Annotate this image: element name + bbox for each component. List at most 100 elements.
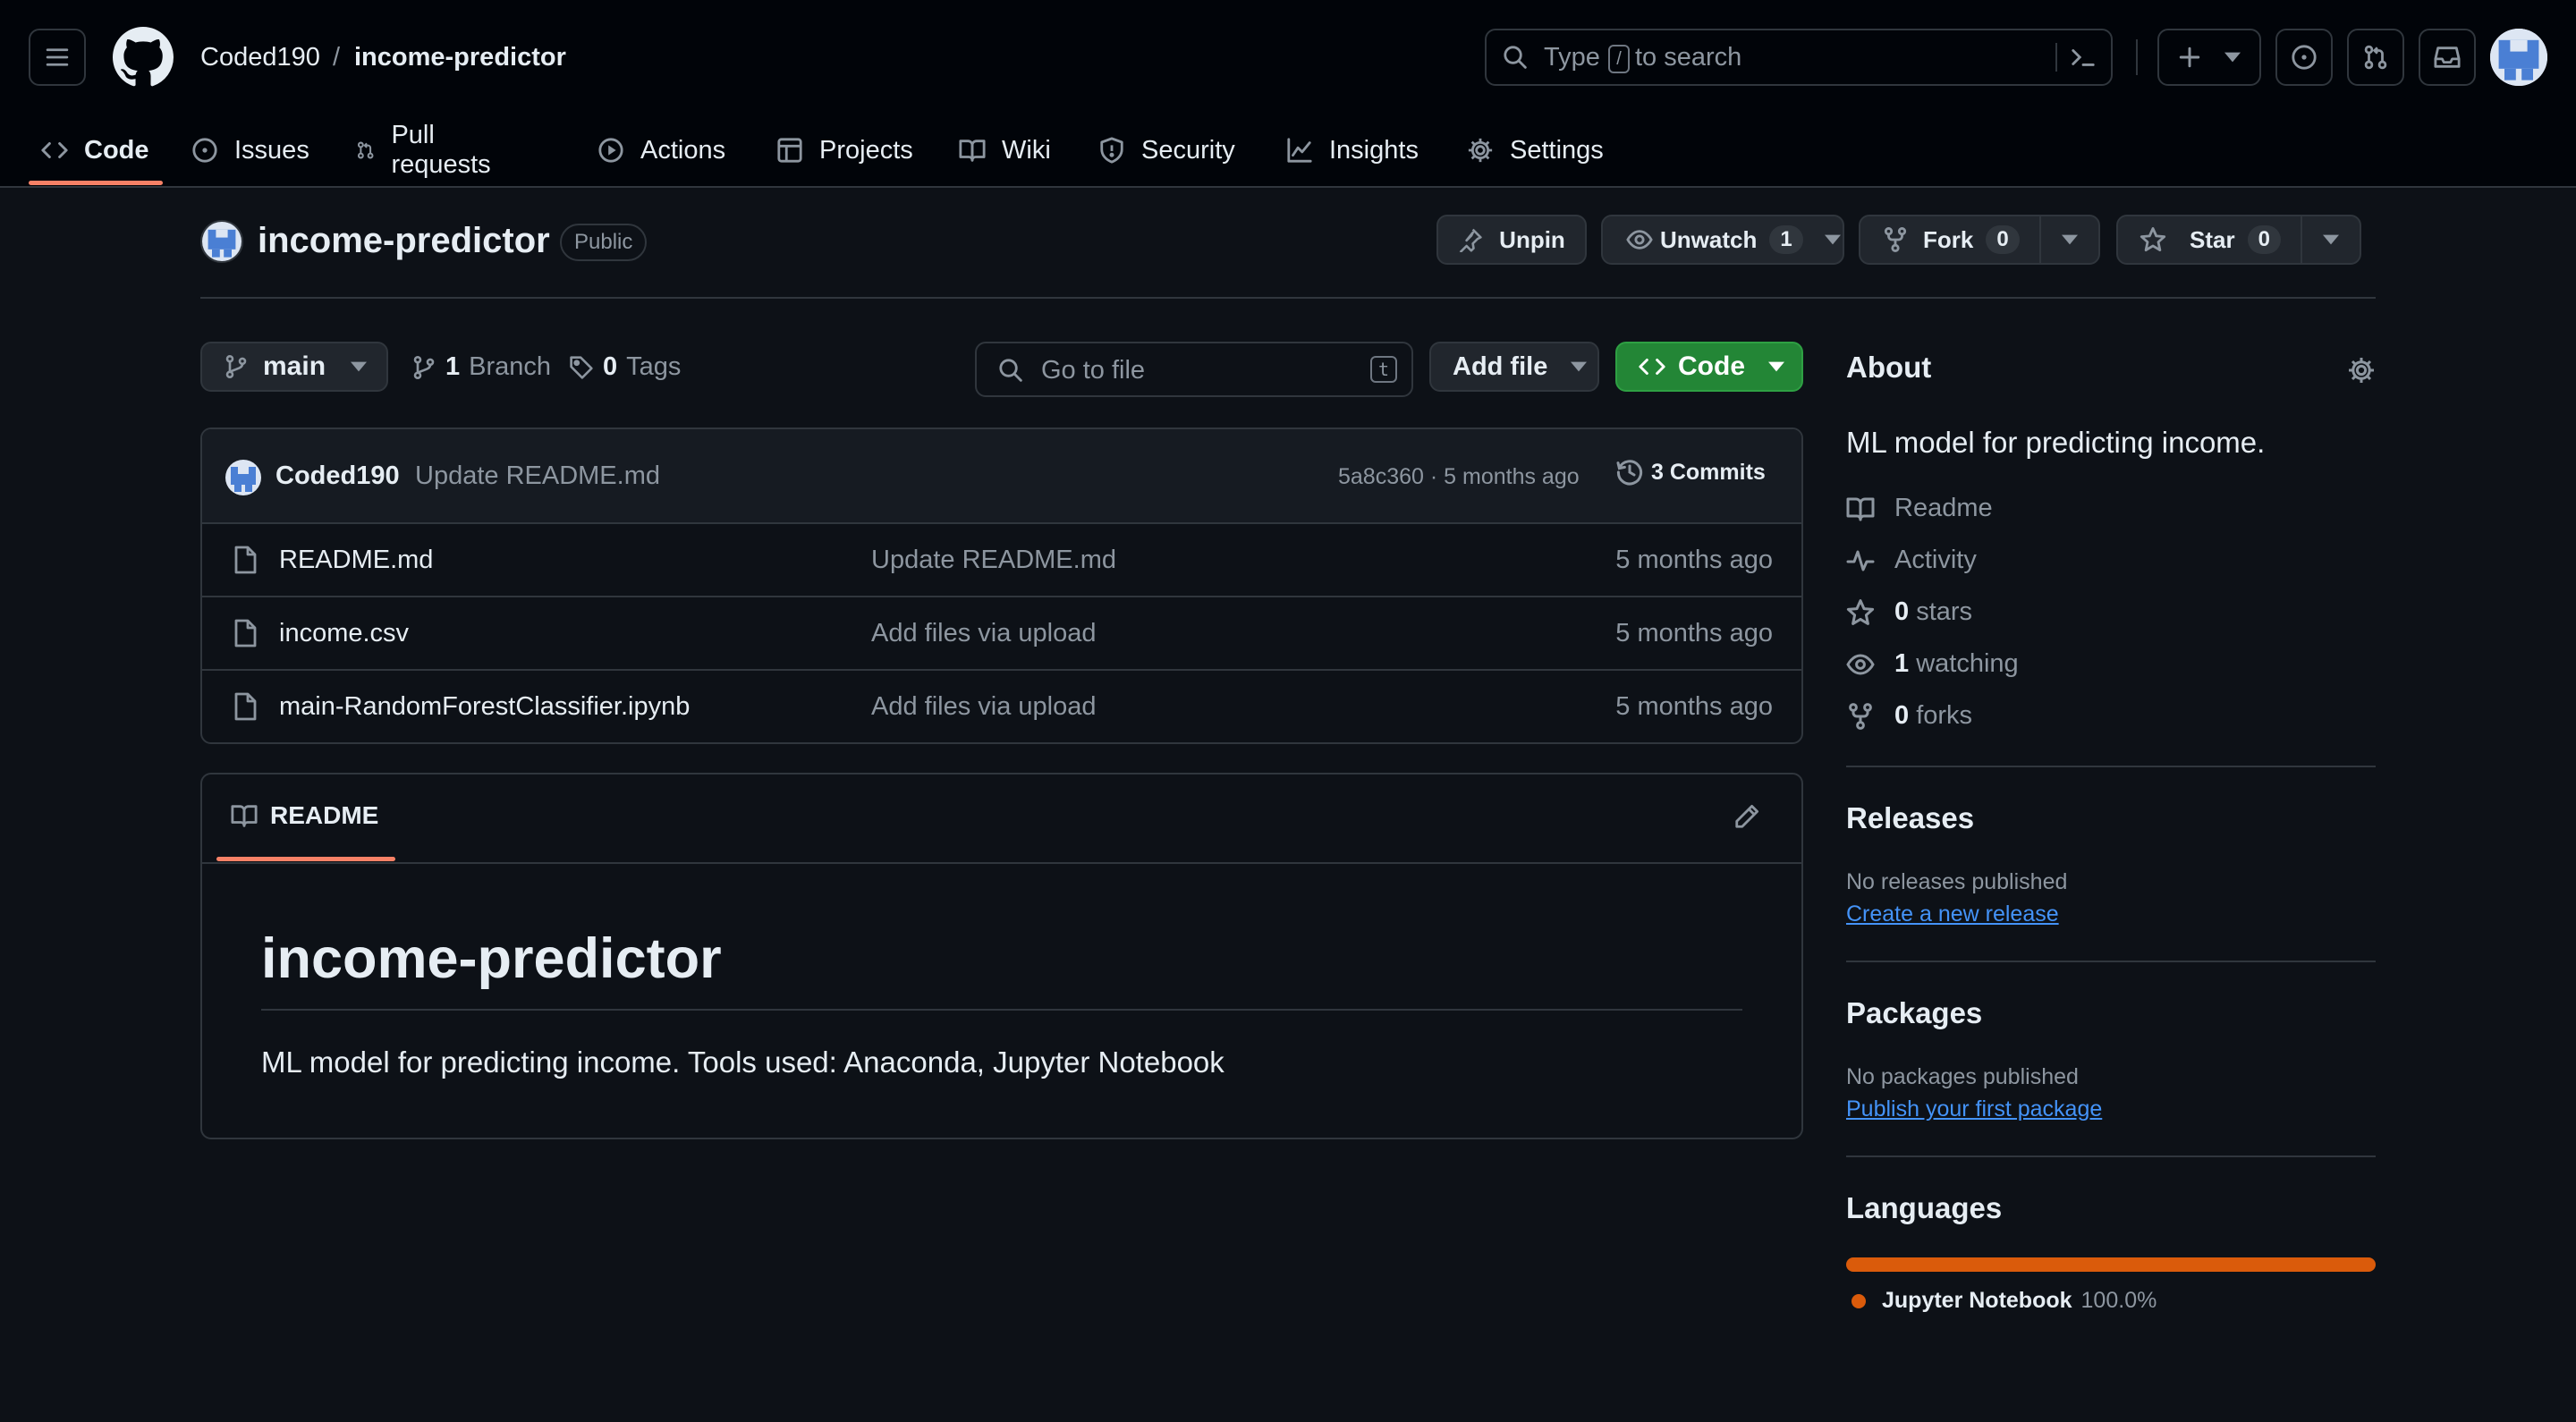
stars-count: 0 xyxy=(1894,597,1910,626)
tab-issues[interactable]: Issues xyxy=(191,114,309,186)
tab-pull-requests[interactable]: Pull requests xyxy=(356,114,498,186)
latest-commit-bar: Coded190 Update README.md 5a8c360 · 5 mo… xyxy=(202,429,1801,522)
file-row[interactable]: main-RandomForestClassifier.ipynb Add fi… xyxy=(202,671,1801,742)
fork-button[interactable]: Fork 0 xyxy=(1859,215,2041,265)
tab-settings[interactable]: Settings xyxy=(1467,114,1604,186)
branch-name: main xyxy=(263,351,326,381)
user-avatar[interactable] xyxy=(2490,29,2547,86)
pull-requests-button[interactable] xyxy=(2347,29,2404,86)
issues-button[interactable] xyxy=(2275,29,2333,86)
publish-package-link[interactable]: Publish your first package xyxy=(1846,1096,2102,1122)
tab-wiki[interactable]: Wiki xyxy=(959,114,1051,186)
git-branch-icon xyxy=(225,354,247,379)
github-logo[interactable] xyxy=(113,27,174,88)
commit-author-avatar[interactable] xyxy=(225,460,261,495)
tab-label: Insights xyxy=(1329,135,1419,165)
tab-label: Wiki xyxy=(1002,135,1051,165)
commits-link[interactable]: 3 Commits xyxy=(1615,458,1766,487)
language-item[interactable]: Jupyter Notebook 100.0% xyxy=(1852,1288,2157,1314)
releases-heading[interactable]: Releases xyxy=(1846,801,1974,835)
command-palette-icon[interactable] xyxy=(2070,45,2097,70)
star-label: Star xyxy=(2190,225,2235,253)
tab-label: Code xyxy=(84,135,149,165)
language-bar xyxy=(1846,1257,2376,1272)
file-icon xyxy=(234,546,257,574)
code-icon xyxy=(1639,359,1665,375)
repo-title[interactable]: income-predictor xyxy=(258,218,550,263)
unwatch-button[interactable]: Unwatch 1 xyxy=(1601,215,1844,265)
stars-link[interactable]: 0 stars xyxy=(1846,597,1972,627)
branch-selector[interactable]: main xyxy=(200,342,388,392)
history-icon xyxy=(1616,460,1643,486)
add-file-button[interactable]: Add file xyxy=(1429,342,1599,392)
breadcrumb-owner[interactable]: Coded190 xyxy=(200,39,320,75)
activity-link[interactable]: Activity xyxy=(1846,546,1977,575)
star-dropdown-button[interactable] xyxy=(2301,215,2361,265)
commit-message[interactable]: Update README.md xyxy=(415,460,660,492)
tab-label: Security xyxy=(1141,135,1235,165)
watching-count: 1 xyxy=(1894,649,1910,678)
star-count: 0 xyxy=(2247,225,2281,254)
tags-link[interactable]: 0 Tags xyxy=(569,352,681,382)
issue-opened-icon xyxy=(2292,45,2317,70)
repo-owner-avatar[interactable] xyxy=(200,220,243,263)
fork-dropdown-button[interactable] xyxy=(2039,215,2100,265)
file-row[interactable]: income.csv Add files via upload 5 months… xyxy=(202,597,1801,669)
unpin-label: Unpin xyxy=(1499,225,1565,253)
gear-icon[interactable] xyxy=(2347,356,2376,385)
language-bar-segment xyxy=(1846,1257,2376,1272)
file-commit-message[interactable]: Add files via upload xyxy=(871,690,1097,723)
search-suffix: to search xyxy=(1635,43,1742,72)
commit-author[interactable]: Coded190 xyxy=(275,460,400,492)
packages-heading[interactable]: Packages xyxy=(1846,996,1982,1030)
commit-hash-time[interactable]: 5a8c360 · 5 months ago xyxy=(1338,461,1580,492)
go-to-file-input[interactable]: Go to file t xyxy=(975,342,1413,397)
file-icon xyxy=(234,692,257,721)
packages-empty: No packages published xyxy=(1846,1064,2079,1089)
create-new-button[interactable] xyxy=(2157,29,2261,86)
search-key-hint: / xyxy=(1608,45,1630,73)
star-button[interactable]: Star 0 xyxy=(2116,215,2302,265)
menu-button[interactable] xyxy=(29,29,86,86)
play-icon xyxy=(598,138,623,163)
watching-link[interactable]: 1 watching xyxy=(1846,649,2019,679)
file-name[interactable]: income.csv xyxy=(279,617,409,649)
tags-label: Tags xyxy=(626,352,682,381)
pencil-icon[interactable] xyxy=(1733,803,1760,830)
tab-actions[interactable]: Actions xyxy=(597,114,725,186)
readme-tab-indicator xyxy=(216,857,395,861)
search-input[interactable]: Type / to search xyxy=(1485,29,2113,86)
readme-link[interactable]: Readme xyxy=(1846,494,1993,523)
inbox-button[interactable] xyxy=(2419,29,2476,86)
tab-projects[interactable]: Projects xyxy=(776,114,913,186)
code-button[interactable]: Code xyxy=(1615,342,1803,392)
git-branch-icon xyxy=(413,355,435,379)
readme-tab[interactable]: README xyxy=(231,801,378,830)
create-release-link[interactable]: Create a new release xyxy=(1846,901,2059,927)
repo-header-divider xyxy=(200,297,2376,299)
breadcrumb-repo[interactable]: income-predictor xyxy=(354,39,566,75)
repo-forked-icon xyxy=(1884,227,1907,252)
branches-count: 1 xyxy=(445,352,461,381)
tab-security[interactable]: Security xyxy=(1098,114,1235,186)
activity-link-label: Activity xyxy=(1894,546,1977,574)
visibility-badge: Public xyxy=(560,224,648,261)
tab-insights[interactable]: Insights xyxy=(1286,114,1419,186)
star-icon xyxy=(2140,227,2166,252)
file-name[interactable]: main-RandomForestClassifier.ipynb xyxy=(279,690,690,723)
fork-count: 0 xyxy=(1986,225,2020,254)
file-commit-message[interactable]: Update README.md xyxy=(871,544,1116,576)
tab-code[interactable]: Code xyxy=(41,114,149,186)
forks-link[interactable]: 0 forks xyxy=(1846,701,1972,731)
branches-link[interactable]: 1 Branch xyxy=(411,352,551,382)
repo-forked-icon xyxy=(1849,702,1872,730)
caret-down-icon xyxy=(2323,234,2339,245)
unpin-button[interactable]: Unpin xyxy=(1436,215,1587,265)
branches-label: Branch xyxy=(469,352,552,381)
file-row[interactable]: README.md Update README.md 5 months ago xyxy=(202,524,1801,596)
file-commit-message[interactable]: Add files via upload xyxy=(871,617,1097,649)
hamburger-icon xyxy=(46,48,69,66)
breadcrumb-separator: / xyxy=(333,43,341,72)
file-name[interactable]: README.md xyxy=(279,544,433,576)
tab-label: Pull requests xyxy=(391,121,491,179)
